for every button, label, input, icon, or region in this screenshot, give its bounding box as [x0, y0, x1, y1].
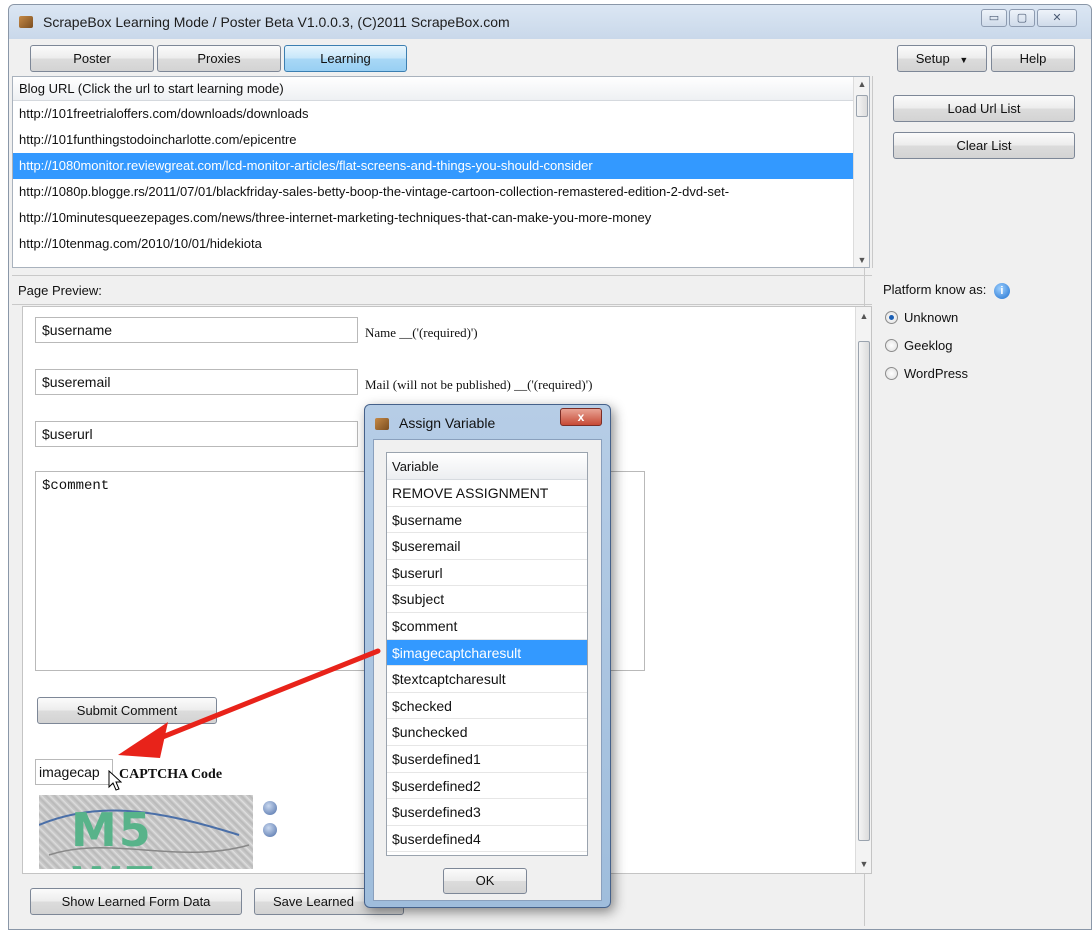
window-controls: ▭ ▢ ✕ — [981, 9, 1077, 27]
tab-learning[interactable]: Learning — [284, 45, 407, 72]
tab-poster[interactable]: Poster — [30, 45, 154, 72]
variable-item[interactable]: $username — [387, 507, 587, 534]
useremail-label: Mail (will not be published) __('(requir… — [365, 377, 593, 392]
help-button[interactable]: Help — [991, 45, 1075, 72]
setup-button[interactable]: Setup ▼ — [897, 45, 987, 72]
variable-list-header[interactable]: Variable — [387, 453, 587, 480]
username-label: Name __('(required)') — [365, 325, 478, 340]
dialog-close-icon[interactable]: x — [560, 408, 602, 426]
preview-scroll-thumb[interactable] — [858, 341, 870, 841]
variable-item[interactable]: $userdefined3 — [387, 799, 587, 826]
url-list-item-selected[interactable]: http://1080monitor.reviewgreat.com/lcd-m… — [13, 153, 855, 179]
mouse-cursor-icon — [108, 770, 122, 791]
tab-proxies[interactable]: Proxies — [157, 45, 281, 72]
clear-list-button[interactable]: Clear List — [893, 132, 1075, 159]
variable-item[interactable]: $userurl — [387, 560, 587, 587]
url-list-item[interactable]: http://10minutesqueezepages.com/news/thr… — [13, 205, 855, 231]
url-list-item[interactable]: http://101funthingstodoincharlotte.com/e… — [13, 127, 855, 153]
variable-item[interactable]: $userdefined2 — [387, 773, 587, 800]
variable-item[interactable]: $useremail — [387, 533, 587, 560]
captcha-image: M5 W7 — [39, 795, 253, 869]
scrapebox-app-icon — [19, 16, 33, 28]
chevron-down-icon: ▼ — [959, 55, 969, 65]
maximize-button[interactable]: ▢ — [1009, 9, 1035, 27]
setup-label: Setup — [915, 51, 950, 66]
variable-item-remove-assignment[interactable]: REMOVE ASSIGNMENT — [387, 480, 587, 507]
platform-option-wordpress[interactable]: WordPress — [885, 366, 968, 381]
ok-button[interactable]: OK — [443, 868, 527, 894]
close-button[interactable]: ✕ — [1037, 9, 1077, 27]
captcha-label: CAPTCHA Code — [119, 767, 223, 782]
userurl-field[interactable]: $userurl — [35, 421, 358, 447]
scroll-up-icon[interactable]: ▲ — [854, 79, 869, 89]
radio-icon[interactable] — [885, 367, 898, 380]
captcha-field[interactable]: imagecap — [35, 759, 113, 785]
minimize-button[interactable]: ▭ — [981, 9, 1007, 27]
captcha-text: M5 W7 — [71, 803, 156, 869]
title-bar: ScrapeBox Learning Mode / Poster Beta V1… — [9, 5, 1091, 39]
url-list-header[interactable]: Blog URL (Click the url to start learnin… — [13, 77, 869, 101]
useremail-field[interactable]: $useremail — [35, 369, 358, 395]
scroll-down-icon[interactable]: ▼ — [854, 255, 869, 265]
captcha-text: M5 W7 — [71, 803, 253, 869]
radio-icon[interactable] — [885, 339, 898, 352]
platform-option-unknown[interactable]: Unknown — [885, 310, 958, 325]
url-list-scrollbar[interactable]: ▲ ▼ — [853, 77, 869, 267]
variable-item[interactable]: $comment — [387, 613, 587, 640]
info-icon[interactable]: i — [993, 282, 1010, 299]
url-list-scroll-thumb[interactable] — [856, 95, 868, 117]
scrapebox-app-icon — [375, 418, 389, 430]
platform-option-geeklog[interactable]: Geeklog — [885, 338, 952, 353]
platform-label-text: Platform know as: — [883, 282, 987, 297]
radio-checked-icon[interactable] — [885, 311, 898, 324]
url-list-item[interactable]: http://101freetrialoffers.com/downloads/… — [13, 101, 855, 127]
url-list-item[interactable]: http://10tenmag.com/2010/10/01/hidekiota — [13, 231, 855, 257]
variable-item[interactable]: $subject — [387, 586, 587, 613]
dialog-body: Variable REMOVE ASSIGNMENT $username $us… — [373, 439, 602, 901]
preview-scrollbar[interactable]: ▲ ▼ — [855, 307, 871, 873]
variable-item[interactable]: $userdefined4 — [387, 826, 587, 853]
dialog-title: Assign Variable — [399, 415, 496, 431]
audio-captcha-icon[interactable] — [263, 801, 277, 815]
variable-list: Variable REMOVE ASSIGNMENT $username $us… — [386, 452, 588, 856]
platform-panel: Platform know as: i Unknown Geeklog Word… — [864, 268, 1084, 926]
load-url-list-button[interactable]: Load Url List — [893, 95, 1075, 122]
variable-item[interactable]: $checked — [387, 693, 587, 720]
platform-label: Platform know as: i — [883, 282, 1010, 299]
submit-comment-button[interactable]: Submit Comment — [37, 697, 217, 724]
variable-item[interactable]: $unchecked — [387, 719, 587, 746]
platform-option-label: Unknown — [904, 310, 959, 325]
variable-item[interactable]: $userdefined1 — [387, 746, 587, 773]
page-preview-label: Page Preview: — [12, 275, 872, 305]
username-field[interactable]: $username — [35, 317, 358, 343]
refresh-captcha-icon[interactable] — [263, 823, 277, 837]
window-title: ScrapeBox Learning Mode / Poster Beta V1… — [43, 14, 510, 30]
variable-item-selected[interactable]: $imagecaptcharesult — [387, 639, 587, 667]
show-learned-form-data-button[interactable]: Show Learned Form Data — [30, 888, 242, 915]
blog-url-list: Blog URL (Click the url to start learnin… — [12, 76, 870, 268]
assign-variable-dialog: Assign Variable x Variable REMOVE ASSIGN… — [364, 404, 611, 908]
url-list-item[interactable]: http://1080p.blogge.rs/2011/07/01/blackf… — [13, 179, 855, 205]
scroll-up-icon[interactable]: ▲ — [856, 311, 871, 321]
variable-item[interactable]: $textcaptcharesult — [387, 666, 587, 693]
platform-option-label: Geeklog — [904, 338, 953, 353]
platform-option-label: WordPress — [904, 366, 969, 381]
scroll-down-icon[interactable]: ▼ — [856, 859, 871, 869]
